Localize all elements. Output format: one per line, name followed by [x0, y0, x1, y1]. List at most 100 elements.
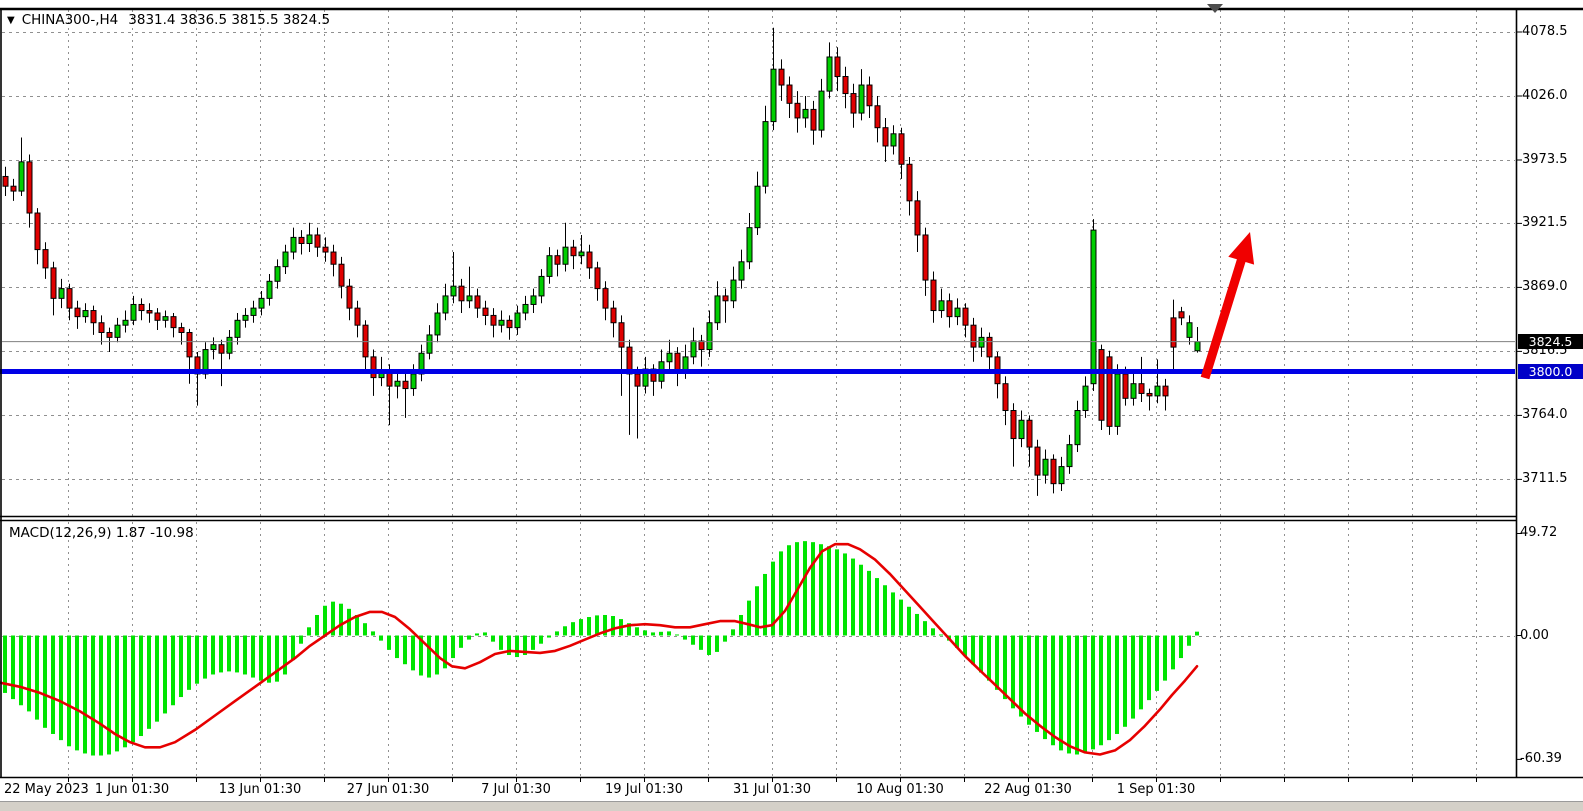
- macd-bar: [651, 632, 655, 635]
- bull-candle-body: [523, 304, 528, 313]
- bull-candle-body: [1043, 459, 1048, 475]
- bull-candle-body: [515, 313, 520, 328]
- bear-candle-body: [843, 76, 848, 93]
- macd-bar: [979, 636, 983, 673]
- bull-candle-body: [691, 341, 696, 357]
- bear-candle-body: [851, 94, 856, 114]
- bull-candle-body: [1115, 374, 1120, 426]
- macd-bar: [179, 636, 183, 698]
- bull-candle-body: [19, 162, 24, 191]
- bull-candle-body: [747, 228, 752, 262]
- bear-candle-body: [1011, 411, 1016, 439]
- macd-bar: [1059, 636, 1063, 751]
- macd-bar: [667, 631, 671, 635]
- bull-candle-body: [83, 311, 88, 317]
- macd-bar: [779, 551, 783, 635]
- macd-bar: [659, 632, 663, 636]
- macd-bar: [83, 636, 87, 754]
- macd-bar: [35, 636, 39, 720]
- bear-candle-body: [155, 313, 160, 320]
- macd-bar: [11, 636, 15, 700]
- macd-bar: [723, 636, 727, 642]
- macd-bar: [499, 636, 503, 650]
- bear-candle-body: [43, 250, 48, 268]
- bear-candle-body: [811, 109, 816, 130]
- bull-candle-body: [427, 335, 432, 353]
- bull-candle-body: [819, 91, 824, 130]
- symbol-dropdown-icon[interactable]: ▼: [7, 15, 15, 26]
- macd-bar: [563, 626, 567, 635]
- bear-candle-body: [475, 296, 480, 308]
- bear-candle-body: [555, 256, 560, 265]
- bear-candle-body: [1027, 420, 1032, 447]
- macd-bar: [171, 636, 175, 706]
- bear-candle-body: [867, 85, 872, 106]
- macd-bar: [571, 622, 575, 635]
- macd-bar: [155, 636, 159, 722]
- bear-candle-body: [875, 106, 880, 128]
- bull-candle-body: [731, 280, 736, 301]
- bull-candle-body: [1059, 467, 1064, 484]
- bull-candle-body: [115, 325, 120, 337]
- bear-candle-body: [75, 308, 80, 317]
- bear-candle-body: [491, 315, 496, 325]
- macd-bar: [1003, 636, 1007, 700]
- bear-candle-body: [339, 264, 344, 286]
- macd-bar: [643, 630, 647, 635]
- bear-candle-body: [1107, 357, 1112, 426]
- chart-header: ▼CHINA300-,H43831.4 3836.5 3815.5 3824.5: [7, 12, 330, 28]
- bull-candle-body: [1131, 384, 1136, 399]
- bull-candle-body: [1091, 230, 1096, 384]
- bear-candle-body: [315, 235, 320, 247]
- macd-bar: [307, 627, 311, 635]
- chart-canvas[interactable]: [0, 0, 1583, 811]
- window-bottom-strip: [0, 801, 1583, 811]
- macd-bar: [699, 636, 703, 650]
- bull-candle-body: [979, 337, 984, 347]
- macd-bar: [707, 636, 711, 655]
- macd-bar: [531, 636, 535, 650]
- bear-candle-body: [139, 304, 144, 310]
- bear-candle-body: [699, 341, 704, 350]
- macd-bar: [811, 542, 815, 635]
- macd-bar: [1043, 636, 1047, 740]
- macd-bar: [995, 636, 999, 690]
- bull-candle-body: [283, 252, 288, 267]
- bear-candle-body: [923, 235, 928, 280]
- macd-bar: [395, 636, 399, 659]
- bull-candle-body: [1187, 323, 1192, 338]
- macd-bar: [467, 636, 471, 640]
- bull-candle-body: [859, 85, 864, 113]
- trend-arrow[interactable]: [1201, 232, 1254, 379]
- bear-candle-body: [1139, 384, 1144, 394]
- bear-candle-body: [507, 320, 512, 327]
- macd-bar: [1139, 636, 1143, 710]
- macd-bar: [1171, 636, 1175, 670]
- bull-candle-body: [275, 267, 280, 282]
- bear-candle-body: [179, 328, 184, 333]
- macd-bar: [803, 541, 807, 635]
- bull-candle-body: [1075, 411, 1080, 445]
- macd-bar: [195, 636, 199, 684]
- macd-bar: [451, 636, 455, 659]
- bear-candle-body: [1171, 318, 1176, 347]
- macd-bar: [579, 619, 583, 635]
- macd-bar: [107, 636, 111, 755]
- macd-bar: [739, 615, 743, 636]
- bull-candle-body: [715, 296, 720, 323]
- macd-bar: [379, 636, 383, 641]
- bear-candle-body: [147, 311, 152, 313]
- macd-bar: [515, 636, 519, 658]
- bull-candle-body: [235, 320, 240, 337]
- ohlc-readout: 3831.4 3836.5 3815.5 3824.5: [128, 12, 330, 28]
- bear-candle-body: [371, 357, 376, 378]
- macd-bar: [259, 636, 263, 681]
- bear-candle-body: [1035, 447, 1040, 475]
- bear-candle-body: [363, 325, 368, 357]
- macd-bar: [51, 636, 55, 734]
- bear-candle-body: [107, 332, 112, 337]
- macd-bar: [899, 600, 903, 636]
- bull-candle-body: [955, 308, 960, 317]
- macd-bar: [27, 636, 31, 712]
- macd-bar: [339, 604, 343, 636]
